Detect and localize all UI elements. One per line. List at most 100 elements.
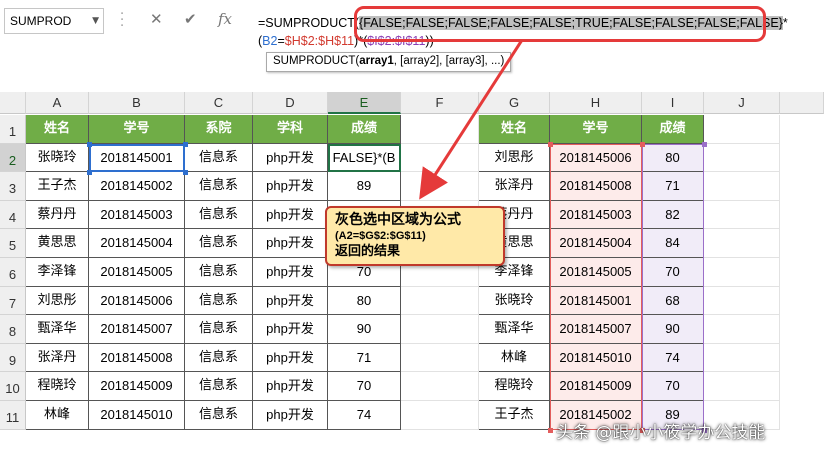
left-table-cell[interactable]: php开发: [253, 315, 328, 344]
left-table-header-cell[interactable]: 姓名: [26, 115, 89, 144]
left-table-cell[interactable]: 张晓玲: [26, 143, 89, 173]
left-table-cell[interactable]: php开发: [253, 343, 328, 373]
row-header-10[interactable]: 10: [0, 372, 26, 401]
drag-handle-icon[interactable]: · · ·: [120, 8, 124, 33]
left-table-cell[interactable]: 2018145008: [89, 343, 185, 373]
left-table-cell[interactable]: php开发: [253, 401, 328, 430]
left-table-cell[interactable]: php开发: [253, 172, 328, 201]
row-header-4[interactable]: 4: [0, 200, 26, 230]
range-handle[interactable]: [87, 170, 92, 176]
left-table-cell[interactable]: 2018145005: [89, 258, 185, 287]
left-table-cell[interactable]: php开发: [253, 229, 328, 258]
left-table-header-cell[interactable]: 系院: [185, 115, 253, 144]
left-table-header-cell[interactable]: 成绩: [328, 115, 401, 144]
column-header-h[interactable]: H: [550, 92, 642, 114]
right-table-cell[interactable]: 张晓玲: [479, 286, 550, 316]
left-table-cell[interactable]: php开发: [253, 200, 328, 230]
left-table-header-cell[interactable]: 学科: [253, 115, 328, 144]
left-table-cell[interactable]: 李泽锋: [26, 258, 89, 287]
grid-cell[interactable]: [704, 258, 780, 287]
left-table-cell[interactable]: 黄思思: [26, 229, 89, 258]
right-table-cell[interactable]: 王子杰: [479, 401, 550, 430]
row-header-9[interactable]: 9: [0, 343, 26, 373]
row-header-11[interactable]: 11: [0, 401, 26, 430]
row-header-2[interactable]: 2: [0, 143, 26, 173]
left-table-cell[interactable]: 74: [328, 401, 401, 430]
left-table-cell[interactable]: 信息系: [185, 229, 253, 258]
column-header-i[interactable]: I: [642, 92, 704, 114]
column-header-f[interactable]: F: [401, 92, 479, 114]
left-table-cell[interactable]: 程晓玲: [26, 372, 89, 401]
grid-cell[interactable]: [704, 372, 780, 401]
left-table-cell[interactable]: 信息系: [185, 286, 253, 316]
grid-cell[interactable]: [401, 172, 479, 201]
left-table-cell[interactable]: 信息系: [185, 143, 253, 173]
grid-cell[interactable]: [704, 115, 780, 144]
left-table-cell[interactable]: 蔡丹丹: [26, 200, 89, 230]
insert-function-icon[interactable]: fx: [218, 10, 232, 28]
grid-cell[interactable]: [704, 286, 780, 316]
left-table-cell[interactable]: 2018145004: [89, 229, 185, 258]
right-table-header-cell[interactable]: 成绩: [642, 115, 704, 144]
column-header-j[interactable]: J: [704, 92, 780, 114]
row-header-6[interactable]: 6: [0, 258, 26, 287]
left-table-cell[interactable]: 信息系: [185, 172, 253, 201]
grid-cell[interactable]: [704, 200, 780, 230]
left-table-cell[interactable]: 2018145010: [89, 401, 185, 430]
row-header-3[interactable]: 3: [0, 172, 26, 201]
left-table-cell[interactable]: 2018145002: [89, 172, 185, 201]
column-header-g[interactable]: G: [479, 92, 550, 114]
grid-cell[interactable]: [401, 286, 479, 316]
left-table-cell[interactable]: 刘思彤: [26, 286, 89, 316]
range-handle[interactable]: [702, 141, 707, 147]
grid-cell[interactable]: [401, 143, 479, 173]
right-table-header-cell[interactable]: 姓名: [479, 115, 550, 144]
left-table-cell[interactable]: 信息系: [185, 200, 253, 230]
range-handle[interactable]: [183, 170, 188, 176]
row-header-8[interactable]: 8: [0, 315, 26, 344]
grid-cell[interactable]: [401, 372, 479, 401]
column-header-e[interactable]: E: [328, 92, 401, 114]
left-table-cell[interactable]: 2018145006: [89, 286, 185, 316]
left-table-cell[interactable]: 信息系: [185, 258, 253, 287]
left-table-cell[interactable]: 90: [328, 315, 401, 344]
cancel-x-icon[interactable]: ✕: [150, 10, 163, 28]
row-header-5[interactable]: 5: [0, 229, 26, 258]
column-header-b[interactable]: B: [89, 92, 185, 114]
left-table-cell[interactable]: 甄泽华: [26, 315, 89, 344]
left-table-cell[interactable]: 信息系: [185, 372, 253, 401]
column-header-a[interactable]: A: [26, 92, 89, 114]
left-table-cell[interactable]: php开发: [253, 286, 328, 316]
left-table-cell[interactable]: php开发: [253, 258, 328, 287]
right-table-cell[interactable]: 甄泽华: [479, 315, 550, 344]
right-table-cell[interactable]: 张泽丹: [479, 172, 550, 201]
left-table-cell[interactable]: 林峰: [26, 401, 89, 430]
range-handle[interactable]: [183, 141, 188, 147]
grid-cell[interactable]: [401, 401, 479, 430]
right-table-cell[interactable]: 刘思彤: [479, 143, 550, 173]
right-table-cell[interactable]: 林峰: [479, 343, 550, 373]
chevron-down-icon[interactable]: ▼: [92, 16, 99, 26]
left-table-cell[interactable]: 70: [328, 372, 401, 401]
left-table-cell[interactable]: 2018145009: [89, 372, 185, 401]
right-table-cell[interactable]: 程晓玲: [479, 372, 550, 401]
left-table-cell[interactable]: 2018145007: [89, 315, 185, 344]
grid-cell[interactable]: [704, 229, 780, 258]
grid-cell[interactable]: [401, 343, 479, 373]
right-table-header-cell[interactable]: 学号: [550, 115, 642, 144]
left-table-cell[interactable]: 王子杰: [26, 172, 89, 201]
grid-cell[interactable]: [704, 172, 780, 201]
left-table-cell[interactable]: 张泽丹: [26, 343, 89, 373]
left-table-cell[interactable]: 信息系: [185, 315, 253, 344]
column-header-c[interactable]: C: [185, 92, 253, 114]
left-table-cell[interactable]: 信息系: [185, 343, 253, 373]
column-header-d[interactable]: D: [253, 92, 328, 114]
range-handle[interactable]: [548, 141, 553, 147]
select-all-corner[interactable]: [0, 92, 26, 114]
grid-cell[interactable]: [704, 343, 780, 373]
left-table-cell[interactable]: 89: [328, 172, 401, 201]
range-handle[interactable]: [548, 427, 553, 433]
grid-cell[interactable]: [704, 315, 780, 344]
name-box[interactable]: SUMPROD ▼: [4, 8, 104, 34]
grid-cell[interactable]: [401, 115, 479, 144]
